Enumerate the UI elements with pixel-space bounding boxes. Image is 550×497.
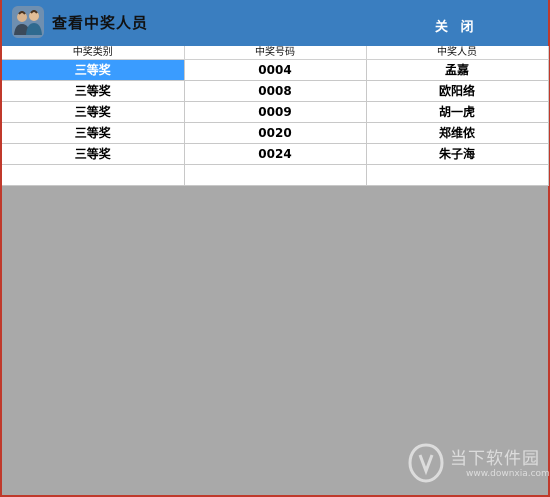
cell-winning-number[interactable]: 0024 <box>184 143 367 165</box>
table-row[interactable]: 三等奖 0020 郑维侬 <box>2 122 549 144</box>
cell-prize-category[interactable]: 三等奖 <box>2 101 185 123</box>
table-row[interactable]: 三等奖 0008 欧阳络 <box>2 80 549 102</box>
cell-winner[interactable]: 郑维侬 <box>366 122 549 144</box>
cell-prize-category[interactable]: 三等奖 <box>2 59 185 81</box>
empty-cell[interactable] <box>184 164 367 186</box>
cell-winner[interactable]: 朱子海 <box>366 143 549 165</box>
cell-winner[interactable]: 孟嘉 <box>366 59 549 81</box>
table-row[interactable]: 三等奖 0024 朱子海 <box>2 143 549 165</box>
empty-cell[interactable] <box>366 164 549 186</box>
winners-table: 中奖类别 中奖号码 中奖人员 三等奖 0004 孟嘉 三等奖 0008 欧阳络 … <box>2 46 549 186</box>
watermark: 当下软件园 www.downxia.com <box>406 441 550 489</box>
table-row[interactable]: 三等奖 0009 胡一虎 <box>2 101 549 123</box>
table-header-row: 中奖类别 中奖号码 中奖人员 <box>2 46 549 60</box>
watermark-logo-icon <box>408 443 444 483</box>
cell-winner[interactable]: 欧阳络 <box>366 80 549 102</box>
watermark-url: www.downxia.com <box>466 469 550 479</box>
winners-window: 查看中奖人员 关 闭 中奖类别 中奖号码 中奖人员 三等奖 0004 孟嘉 三等… <box>2 0 550 495</box>
users-icon <box>12 6 44 38</box>
empty-new-row[interactable] <box>2 164 549 186</box>
cell-winning-number[interactable]: 0020 <box>184 122 367 144</box>
cell-winning-number[interactable]: 0004 <box>184 59 367 81</box>
cell-winning-number[interactable]: 0008 <box>184 80 367 102</box>
window-title: 查看中奖人员 <box>52 14 149 32</box>
table-row[interactable]: 三等奖 0004 孟嘉 <box>2 59 549 81</box>
cell-winner[interactable]: 胡一虎 <box>366 101 549 123</box>
title-bar: 查看中奖人员 关 闭 <box>2 0 548 46</box>
empty-cell[interactable] <box>2 164 185 186</box>
cell-prize-category[interactable]: 三等奖 <box>2 143 185 165</box>
close-button[interactable]: 关 闭 <box>435 16 478 35</box>
cell-prize-category[interactable]: 三等奖 <box>2 122 185 144</box>
column-header-prize-category[interactable]: 中奖类别 <box>2 46 185 60</box>
column-header-winner[interactable]: 中奖人员 <box>366 46 549 60</box>
cell-winning-number[interactable]: 0009 <box>184 101 367 123</box>
watermark-text: 当下软件园 <box>450 449 540 469</box>
cell-prize-category[interactable]: 三等奖 <box>2 80 185 102</box>
column-header-winning-number[interactable]: 中奖号码 <box>184 46 367 60</box>
